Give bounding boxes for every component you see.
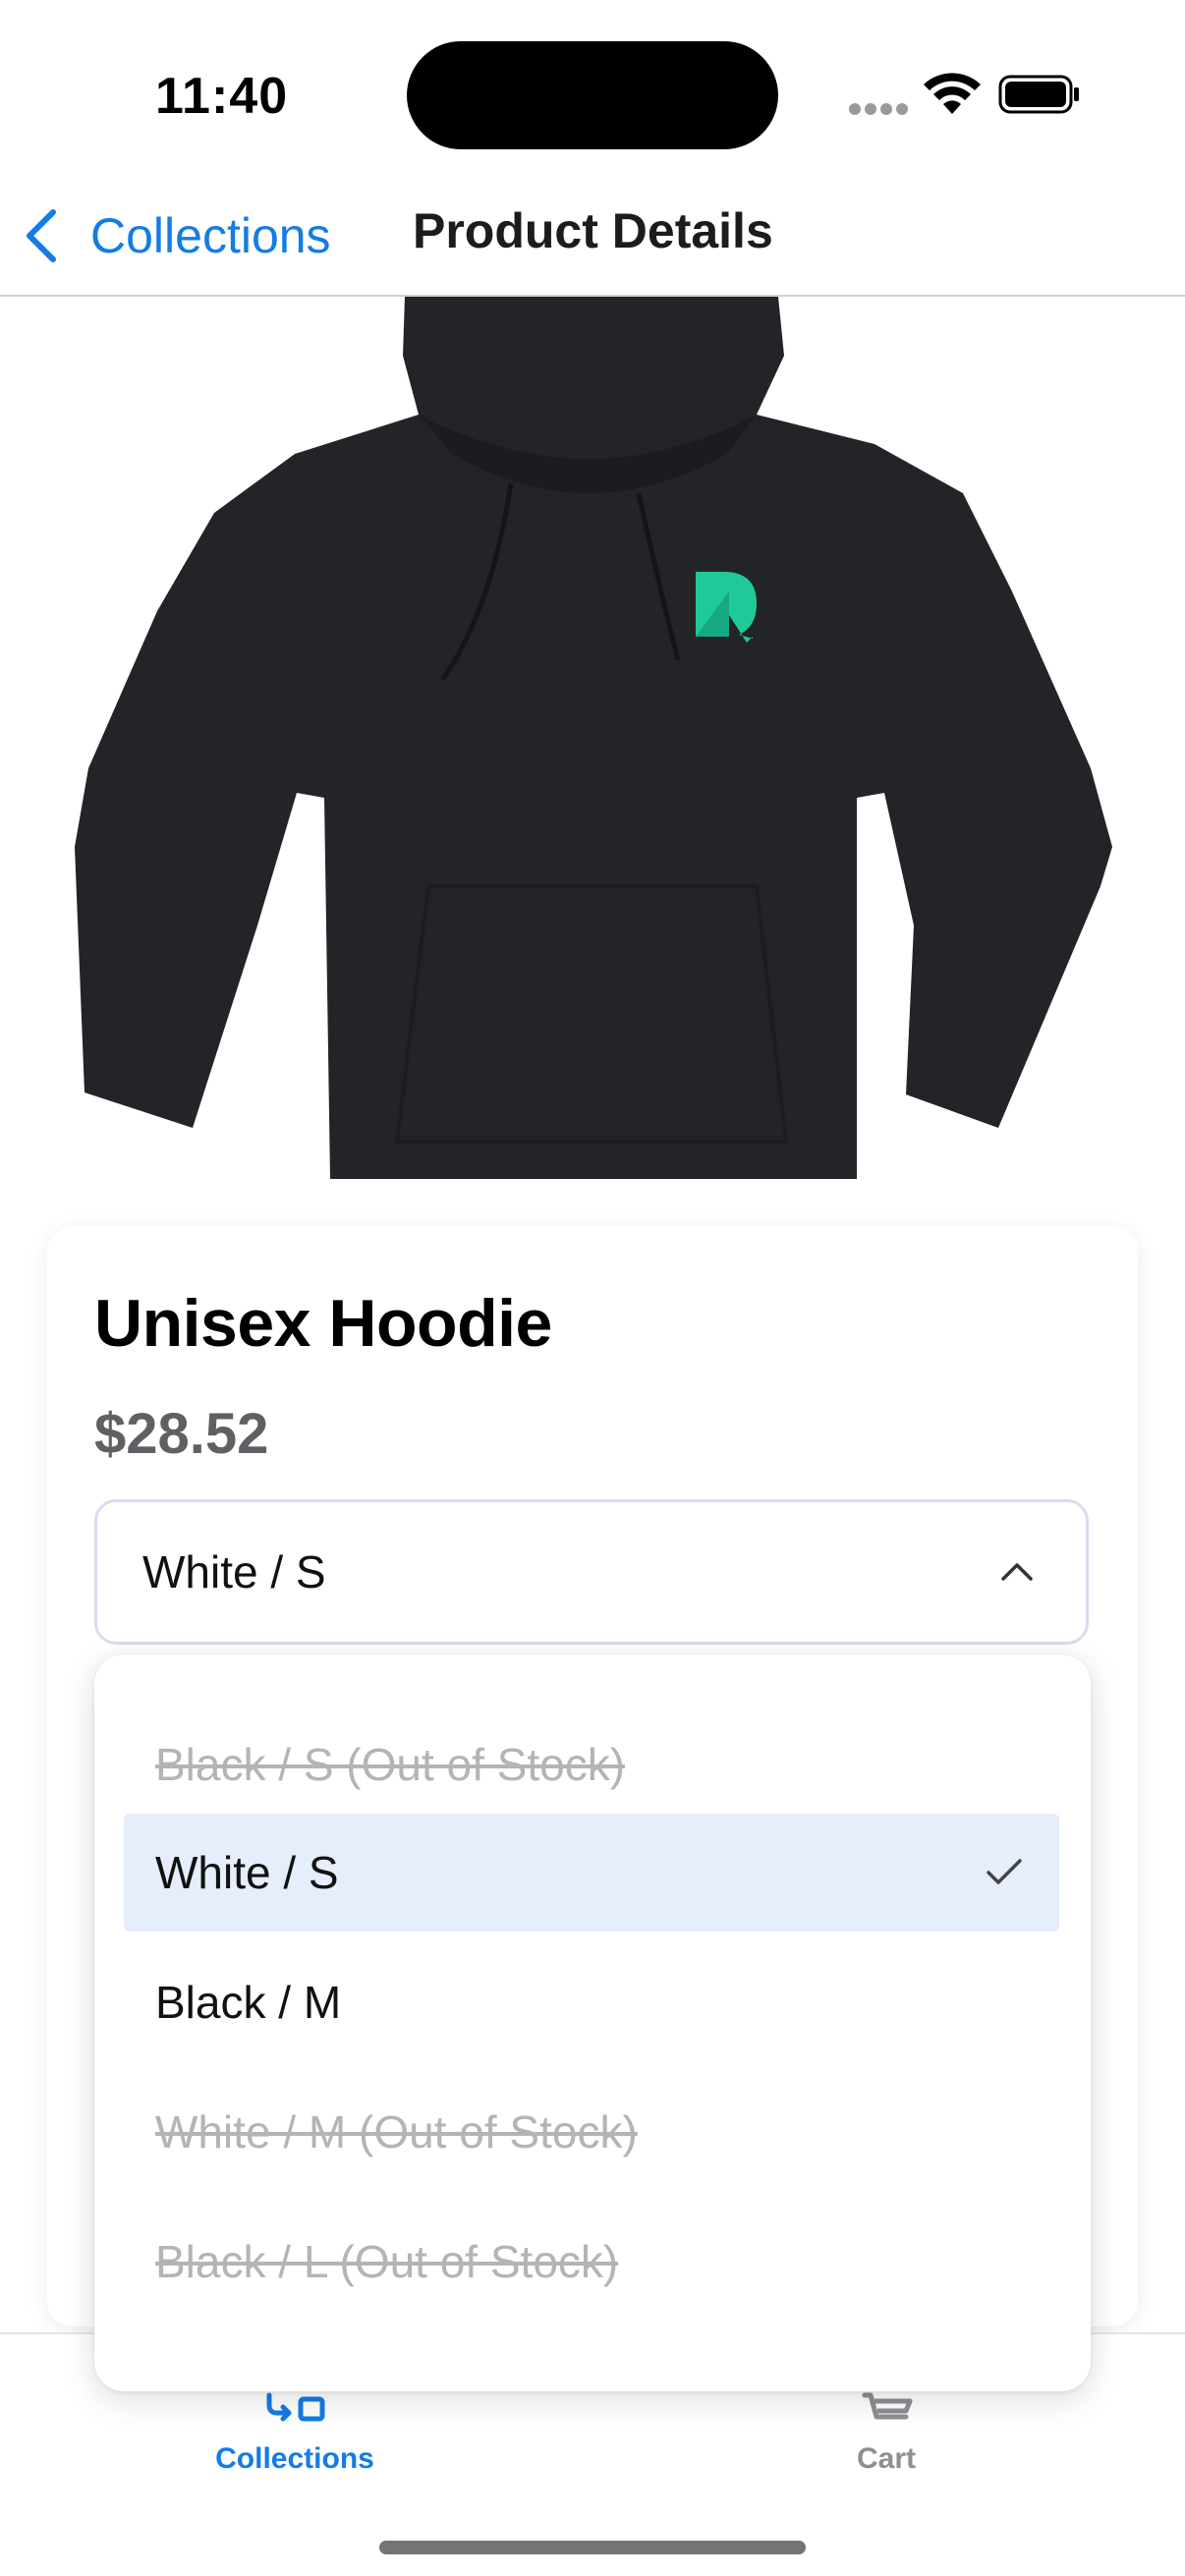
hoodie-image	[75, 297, 1112, 1179]
checkmark-icon	[987, 1859, 1022, 1884]
variant-option-selected[interactable]: White / S	[124, 1814, 1059, 1932]
product-price: $28.52	[94, 1402, 269, 1466]
status-time: 11:40	[155, 68, 289, 125]
variant-option: Black / L (Out of Stock)	[124, 2203, 1059, 2321]
variant-select[interactable]: White / S	[94, 1499, 1089, 1645]
battery-icon	[998, 75, 1079, 114]
chevron-up-icon	[1001, 1563, 1033, 1581]
navigation-bar: Collections Product Details	[0, 177, 1185, 297]
product-image	[0, 297, 1185, 1179]
dynamic-island	[407, 41, 778, 149]
variant-select-value: White / S	[142, 1546, 326, 1597]
home-indicator	[379, 2541, 806, 2554]
product-name: Unisex Hoodie	[94, 1286, 552, 1361]
tab-cart-label: Cart	[856, 2442, 916, 2475]
tab-collections-label: Collections	[215, 2442, 374, 2475]
wifi-icon	[924, 73, 981, 114]
page-title: Product Details	[413, 203, 773, 258]
variant-option-label: White / S	[155, 1847, 339, 1898]
status-bar: 11:40	[0, 0, 1185, 177]
variant-option: White / M (Out of Stock)	[124, 2073, 1059, 2191]
variant-option: Black / S (Out of Stock)	[124, 1706, 1059, 1823]
variant-option[interactable]: Black / M	[124, 1943, 1059, 2061]
variant-option-label: White / M (Out of Stock)	[155, 2106, 638, 2157]
back-button-label: Collections	[90, 208, 331, 263]
variant-option-label: Black / M	[155, 1977, 342, 2028]
variant-dropdown: Black / S (Out of Stock) White / S Black…	[94, 1654, 1091, 2391]
signal-icon	[849, 103, 908, 117]
back-button[interactable]: Collections	[22, 198, 331, 273]
chevron-left-icon	[27, 209, 56, 262]
variant-option-label: Black / S (Out of Stock)	[155, 1739, 626, 1790]
variant-option-label: Black / L (Out of Stock)	[155, 2236, 619, 2287]
